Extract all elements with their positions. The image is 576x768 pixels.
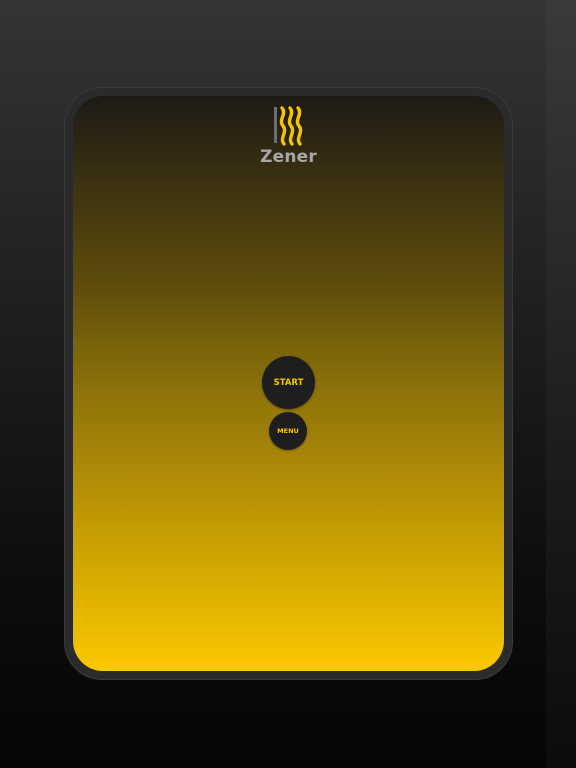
- zener-waves-logo-icon: [274, 106, 303, 146]
- app-screen: Zener START MENU: [73, 96, 504, 671]
- start-button[interactable]: START: [262, 356, 315, 409]
- app-title: Zener: [260, 147, 317, 167]
- background-edge-strip: [546, 0, 576, 768]
- menu-button[interactable]: MENU: [269, 412, 307, 450]
